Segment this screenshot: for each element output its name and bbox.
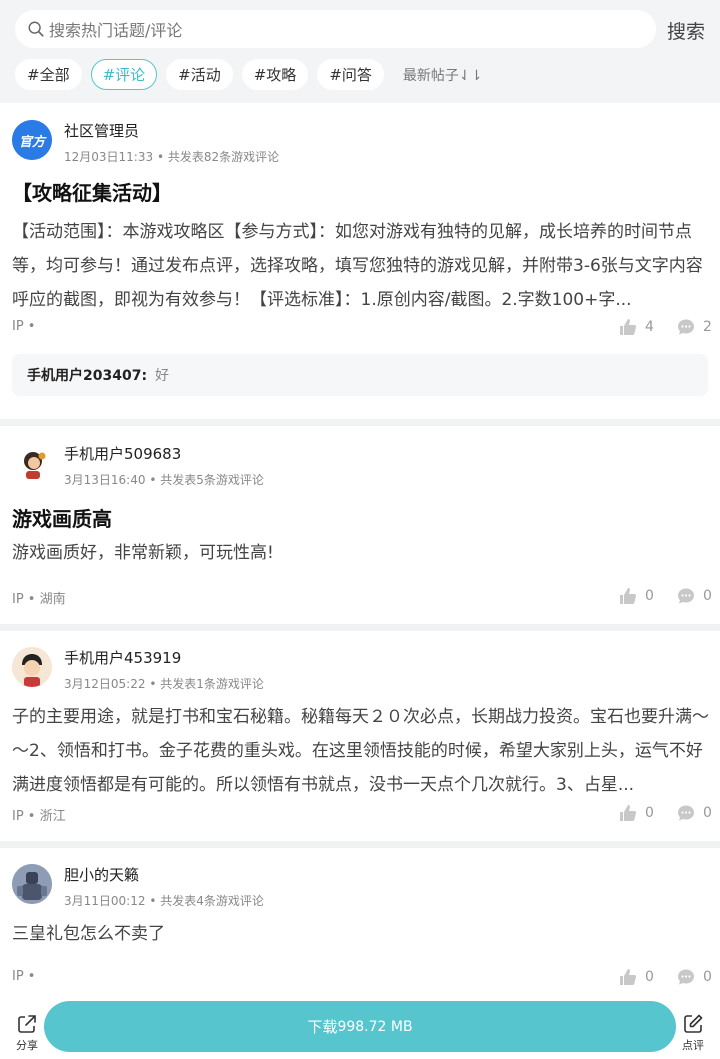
ip-location: IP • 湖南 bbox=[12, 592, 66, 607]
username[interactable]: 手机用户453919 bbox=[64, 647, 181, 668]
like-button[interactable]: 4 bbox=[619, 318, 654, 336]
review-count: 共发表82条游戏评论 bbox=[167, 150, 280, 164]
post-meta: 3月13日16:40 • 共发表5条游戏评论 bbox=[64, 473, 264, 487]
like-count: 0 bbox=[645, 969, 654, 985]
bottom-action-bar: 分享 下载 998.72 MB 点评 bbox=[0, 997, 720, 1059]
comment-count: 0 bbox=[703, 969, 712, 985]
avatar[interactable]: 官方 bbox=[12, 120, 52, 160]
username[interactable]: 胆小的天籁 bbox=[64, 864, 139, 885]
comment-button[interactable]: 0 bbox=[677, 804, 712, 822]
username[interactable]: 手机用户509683 bbox=[64, 443, 181, 464]
comment-icon bbox=[678, 969, 694, 985]
download-label: 下载 bbox=[307, 1018, 338, 1036]
share-label: 分享 bbox=[16, 1039, 38, 1052]
thumbs-up-icon bbox=[620, 588, 637, 604]
search-button[interactable]: 搜索 bbox=[667, 17, 705, 44]
comment-button[interactable]: 2 bbox=[677, 318, 712, 336]
divider bbox=[0, 841, 720, 848]
comment-icon bbox=[678, 805, 694, 821]
thumbs-up-icon bbox=[620, 805, 637, 821]
comment-count: 2 bbox=[703, 319, 712, 335]
tag-filter-bar: #全部 #评论 #活动 #攻略 #问答 最新帖子⇃⇂ bbox=[15, 59, 482, 90]
like-count: 4 bbox=[645, 319, 654, 335]
ip-location: IP • 浙江 bbox=[12, 809, 66, 824]
post-date: 12月03日11:33 bbox=[64, 150, 154, 164]
post-meta: 3月12日05:22 • 共发表1条游戏评论 bbox=[64, 677, 264, 691]
top-bar: 搜索热门话题/评论 搜索 #全部 #评论 #活动 #攻略 #问答 最新帖子⇃⇂ bbox=[0, 0, 720, 103]
post-date: 3月11日00:12 bbox=[64, 894, 146, 908]
official-badge: 官方 bbox=[18, 135, 45, 150]
divider bbox=[0, 419, 720, 426]
comment-count: 0 bbox=[703, 805, 712, 821]
post-date: 3月12日05:22 bbox=[64, 677, 146, 691]
top-reply[interactable]: 手机用户203407: 好 bbox=[12, 354, 708, 396]
tag-guide[interactable]: #攻略 bbox=[241, 59, 309, 90]
tag-all[interactable]: #全部 bbox=[15, 59, 82, 90]
post-body[interactable]: 三皇礼包怎么不卖了 bbox=[12, 917, 710, 951]
post-meta: 12月03日11:33 • 共发表82条游戏评论 bbox=[64, 150, 280, 164]
download-button[interactable]: 下载 998.72 MB bbox=[44, 1001, 676, 1052]
reply-text: 好 bbox=[155, 368, 170, 384]
post-title: 【攻略征集活动】 bbox=[12, 181, 172, 205]
tag-review[interactable]: #评论 bbox=[90, 59, 158, 90]
divider bbox=[0, 624, 720, 631]
download-size: 998.72 MB bbox=[337, 1018, 413, 1035]
post-item[interactable]: 手机用户453919 3月12日05:22 • 共发表1条游戏评论 子的主要用途… bbox=[0, 631, 720, 841]
avatar[interactable] bbox=[12, 864, 52, 904]
review-count: 共发表4条游戏评论 bbox=[160, 894, 264, 908]
share-icon bbox=[18, 1015, 36, 1033]
avatar[interactable] bbox=[12, 647, 52, 687]
post-item[interactable]: 手机用户509683 3月13日16:40 • 共发表5条游戏评论 游戏画质高 … bbox=[0, 426, 720, 624]
tag-qa[interactable]: #问答 bbox=[317, 59, 384, 90]
like-count: 0 bbox=[645, 805, 654, 821]
like-count: 0 bbox=[645, 588, 654, 604]
like-button[interactable]: 0 bbox=[619, 968, 654, 986]
post-body[interactable]: 子的主要用途，就是打书和宝石秘籍。秘籍每天２０次必点，长期战力投资。宝石也要升满… bbox=[12, 700, 710, 802]
sort-dropdown[interactable]: 最新帖子⇃⇂ bbox=[403, 65, 482, 85]
search-placeholder: 搜索热门话题/评论 bbox=[49, 21, 183, 40]
username[interactable]: 社区管理员 bbox=[64, 120, 139, 141]
post-body[interactable]: 【活动范围】：本游戏攻略区【参与方式】：如您对游戏有独特的见解，成长培养的时间节… bbox=[12, 215, 710, 317]
tag-activity[interactable]: #活动 bbox=[166, 59, 233, 90]
review-label: 点评 bbox=[682, 1039, 704, 1052]
thumbs-up-icon bbox=[620, 969, 637, 985]
ip-location: IP • bbox=[12, 319, 36, 334]
share-button[interactable]: 分享 bbox=[11, 1013, 43, 1053]
post-item[interactable]: 官方 社区管理员 12月03日11:33 • 共发表82条游戏评论 【攻略征集活… bbox=[0, 103, 720, 419]
comment-icon bbox=[678, 319, 694, 335]
review-count: 共发表5条游戏评论 bbox=[160, 473, 264, 487]
search-icon bbox=[28, 21, 44, 37]
edit-icon bbox=[684, 1014, 703, 1033]
like-button[interactable]: 0 bbox=[619, 804, 654, 822]
ip-location: IP • bbox=[12, 969, 36, 984]
post-item[interactable]: 胆小的天籁 3月11日00:12 • 共发表4条游戏评论 三皇礼包怎么不卖了 I… bbox=[0, 848, 720, 997]
comment-icon bbox=[678, 588, 694, 604]
like-button[interactable]: 0 bbox=[619, 587, 654, 605]
post-body[interactable]: 游戏画质好，非常新颖，可玩性高! bbox=[12, 536, 710, 570]
avatar[interactable] bbox=[12, 443, 52, 483]
review-count: 共发表1条游戏评论 bbox=[160, 677, 264, 691]
thumbs-up-icon bbox=[620, 319, 637, 335]
post-meta: 3月11日00:12 • 共发表4条游戏评论 bbox=[64, 894, 264, 908]
comment-button[interactable]: 0 bbox=[677, 587, 712, 605]
reply-username: 手机用户203407: bbox=[27, 368, 148, 384]
post-date: 3月13日16:40 bbox=[64, 473, 146, 487]
search-input[interactable]: 搜索热门话题/评论 bbox=[15, 10, 656, 48]
post-title: 游戏画质高 bbox=[12, 507, 112, 531]
comment-button[interactable]: 0 bbox=[677, 968, 712, 986]
review-button[interactable]: 点评 bbox=[677, 1013, 709, 1053]
comment-count: 0 bbox=[703, 588, 712, 604]
